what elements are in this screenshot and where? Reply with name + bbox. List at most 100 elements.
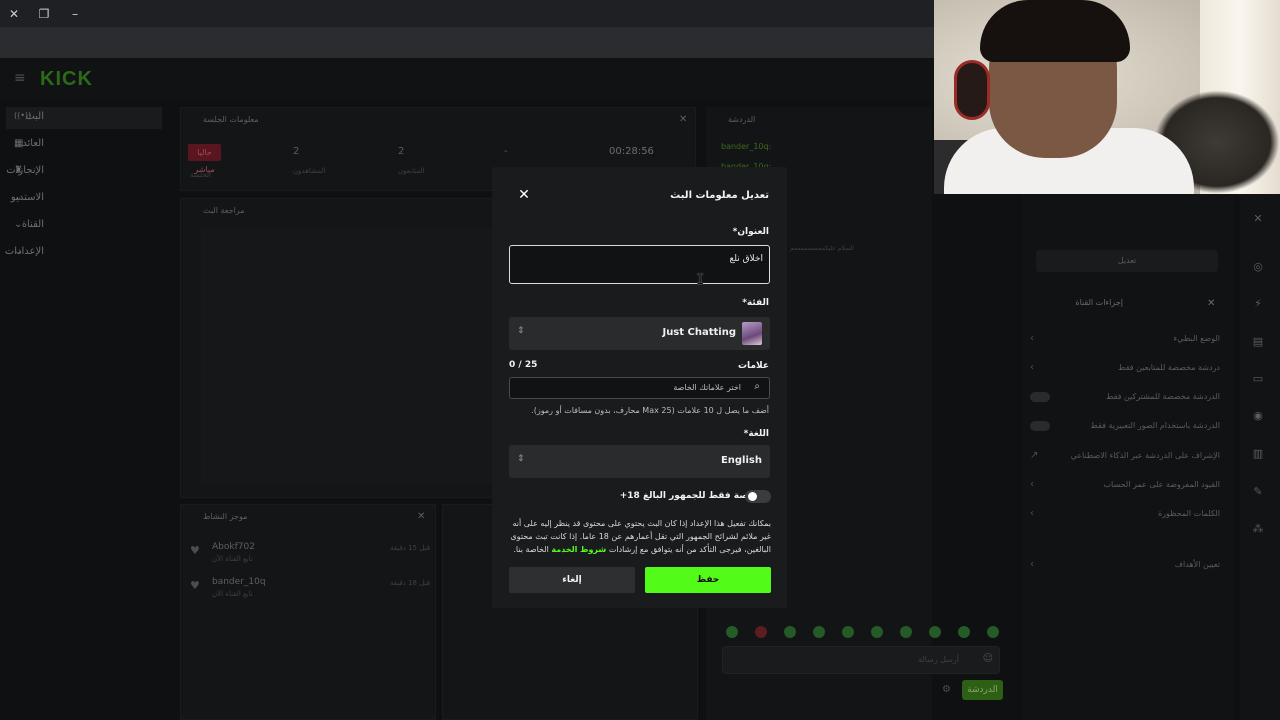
language-select[interactable]: English ⇕: [509, 445, 770, 478]
follower-name: Abokf702: [212, 542, 255, 552]
layers-icon[interactable]: ▥: [1250, 446, 1266, 462]
emoji-icon[interactable]: ☺: [983, 653, 993, 664]
category-label: الفئة*: [742, 298, 769, 308]
disclaimer-text-end: الخاصة بنا.: [513, 545, 549, 554]
emote-icon[interactable]: [987, 626, 999, 638]
heart-icon: ♥: [190, 544, 200, 557]
action-row[interactable]: الدردشة باستخدام الصور التعبيرية فقط: [1030, 417, 1220, 435]
emote-icon[interactable]: [929, 626, 941, 638]
select-arrows-icon: ⇕: [517, 326, 525, 336]
sidebar-item-achievements[interactable]: ♜ الإنجازات: [6, 161, 162, 183]
restore-icon[interactable]: ❐: [35, 5, 53, 23]
webcam-headset: [954, 60, 990, 120]
cancel-button[interactable]: إلغاء: [509, 567, 635, 593]
gear-icon[interactable]: ⚙: [942, 684, 951, 695]
emote-icon[interactable]: [726, 626, 738, 638]
sidebar-item-revenue[interactable]: ▦ العائد: [6, 134, 162, 156]
stat-empty: -: [504, 146, 508, 157]
stream-title-value: اخلاق نلع: [729, 254, 763, 264]
emote-icon[interactable]: [958, 626, 970, 638]
activity-feed-panel: موجز النشاط ✕: [180, 504, 436, 720]
chevron-left-icon: ›: [1030, 508, 1034, 519]
actions-title: إجراءات القناة: [1075, 298, 1123, 307]
close-icon[interactable]: ✕: [5, 5, 23, 23]
tags-input[interactable]: ⌕ اختر علاماتك الخاصة: [509, 377, 770, 399]
chat-message: السلام عليكمممممممممم: [790, 245, 854, 252]
toggle-switch[interactable]: [1030, 421, 1050, 431]
tags-count: 0 / 25: [509, 360, 538, 370]
emote-icon[interactable]: [813, 626, 825, 638]
tags-label: علامات: [738, 361, 769, 371]
action-label: الكلمات المحظورة: [1157, 509, 1220, 518]
close-icon[interactable]: ✕: [1250, 211, 1266, 227]
document-icon[interactable]: ▤: [1250, 334, 1266, 350]
bolt-icon[interactable]: ⚡: [1250, 296, 1266, 312]
save-button[interactable]: حفظ: [645, 567, 771, 593]
session-timer: 00:28:56: [609, 146, 654, 157]
chat-input[interactable]: أرسل رسالة ☺: [722, 646, 1000, 674]
signal-icon[interactable]: ◉: [1250, 408, 1266, 424]
action-row[interactable]: القيود المفروضة على عمر الحساب ›: [1030, 476, 1220, 494]
emote-icon[interactable]: [842, 626, 854, 638]
close-icon[interactable]: ✕: [517, 188, 531, 202]
close-icon[interactable]: ✕: [417, 511, 425, 522]
preview-panel-title: مراجعة البث: [203, 206, 245, 215]
sidebar-item-label: الاستديو: [10, 192, 44, 203]
action-label: دردشة مخصصة للمتابعين فقط: [1118, 363, 1220, 372]
close-icon[interactable]: ✕: [1207, 298, 1215, 309]
sidebar-item-settings[interactable]: ⌄ الإعدادات: [5, 242, 162, 264]
session-label: الجلسة: [190, 171, 211, 179]
minimize-icon[interactable]: –: [66, 5, 84, 23]
sidebar-item-studio[interactable]: ⌄ الاستديو: [6, 188, 162, 210]
category-value: Just Chatting: [662, 327, 736, 338]
emote-icon[interactable]: [784, 626, 796, 638]
action-row[interactable]: تعيين الأهداف ›: [1030, 556, 1220, 574]
kick-logo[interactable]: KICK: [40, 68, 93, 91]
wrench-icon[interactable]: ✎: [1250, 484, 1266, 500]
action-row[interactable]: دردشة مخصصة للمتابعين فقط ›: [1030, 359, 1220, 377]
chevron-left-icon: ›: [1030, 362, 1034, 373]
action-row[interactable]: الإشراف على الدردشة عبر الذكاء الاصطناعي…: [1030, 447, 1220, 465]
mature-toggle[interactable]: [745, 490, 771, 503]
broadcast-icon[interactable]: ◎: [1250, 259, 1266, 275]
toggle-switch[interactable]: [1030, 392, 1050, 402]
stream-title-input[interactable]: اخلاق نلع: [509, 245, 770, 284]
emote-icon[interactable]: [900, 626, 912, 638]
terms-link[interactable]: شروط الخدمة: [551, 545, 606, 554]
browser-toolbar: ⋮ ● ≡ ☆: [0, 27, 934, 77]
sidebar-item-broadcast[interactable]: ((•)) البث: [6, 107, 162, 129]
emote-icon[interactable]: [871, 626, 883, 638]
action-label: الوضع البطيء: [1173, 334, 1220, 343]
category-select[interactable]: Just Chatting ⇕: [509, 317, 770, 350]
apps-icon[interactable]: ⁂: [1250, 521, 1266, 537]
edit-stream-info-modal: تعديل معلومات البث ✕ العنوان* اخلاق نلع …: [492, 167, 787, 608]
sidebar-item-channel[interactable]: ⌄ القناة: [6, 215, 162, 237]
search-icon: ⌕: [754, 381, 760, 392]
follower-sub: تابع القناة الآن: [212, 555, 253, 563]
edit-button[interactable]: تعديل: [1036, 250, 1218, 272]
follower-time: قبل 15 دقيقة: [389, 544, 430, 552]
sidebar-item-label: القناة: [21, 219, 44, 230]
sidebar-item-label: الإنجازات: [6, 165, 44, 176]
action-row[interactable]: الوضع البطيء ›: [1030, 330, 1220, 348]
chat-icon[interactable]: ▭: [1250, 371, 1266, 387]
follower-sub: تابع القناة الآن: [212, 590, 253, 598]
webcam-person-hair: [980, 0, 1130, 62]
action-row[interactable]: الدردشة مخصصة للمشتركين فقط: [1030, 388, 1220, 406]
action-label: تعيين الأهداف: [1174, 560, 1220, 569]
followers-label: المتابعون: [398, 167, 425, 175]
chat-send-button[interactable]: الدردشة: [962, 680, 1003, 700]
disclaimer-text: بمكانك تفعيل هذا الإعداد إذا كان البث يح…: [510, 519, 771, 554]
sidebar-item-label: البث: [25, 111, 44, 122]
close-icon[interactable]: ✕: [679, 114, 687, 125]
mature-disclaimer: بمكانك تفعيل هذا الإعداد إذا كان البث يح…: [507, 517, 771, 556]
live-badge: حاليا مباشر: [188, 144, 221, 174]
chevron-left-icon: ›: [1030, 479, 1034, 490]
category-thumbnail: [742, 322, 762, 345]
action-row[interactable]: الكلمات المحظورة ›: [1030, 505, 1220, 523]
session-panel-title: معلومات الجلسة: [203, 115, 259, 124]
action-label: الدردشة مخصصة للمشتركين فقط: [1106, 392, 1220, 401]
emote-icon[interactable]: [755, 626, 767, 638]
hamburger-icon[interactable]: ≡: [14, 70, 26, 86]
viewers-label: المشاهدون: [293, 167, 326, 175]
